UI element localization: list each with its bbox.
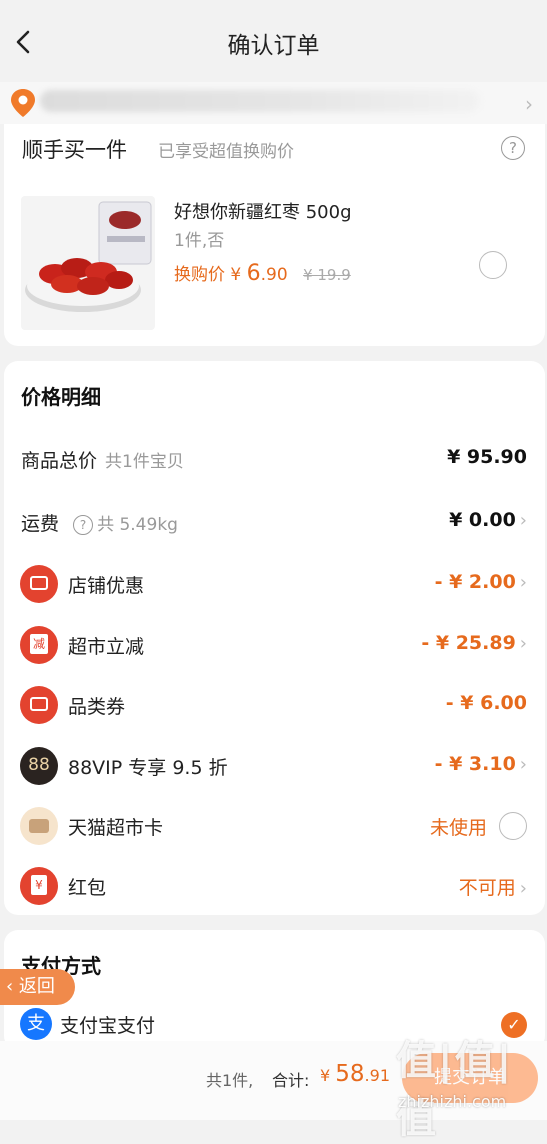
goods-total-label: 商品总价 共1件宝贝 [21, 446, 184, 473]
red-packet-value: 不可用 › [459, 873, 527, 900]
vip-label: 88VIP 专享 9.5 折 [68, 757, 228, 779]
vip-value-text: - ¥ 3.10 [434, 753, 516, 775]
market-discount-value: - ¥ 25.89 › [421, 632, 527, 654]
watermark-url: zhizhizhi.com [398, 1092, 507, 1111]
ticket-icon [20, 565, 58, 603]
price-detail-title: 价格明细 [21, 385, 101, 409]
tmall-card-value: 未使用 [429, 817, 487, 839]
price-dec: .90 [260, 265, 288, 285]
alipay-icon: 支 [20, 1008, 52, 1040]
goods-total-text: 商品总价 [21, 450, 98, 472]
tmall-card-label: 天猫超市卡 [68, 817, 164, 839]
shipping-value-text: ¥ 0.00 [449, 509, 516, 531]
address-text-blurred [40, 90, 480, 112]
red-packet-icon-text: ¥ [31, 875, 47, 895]
help-icon[interactable]: ? [501, 136, 525, 160]
original-price: ¥ 19.9 [303, 266, 351, 284]
total-amount-dec: .91 [364, 1066, 390, 1085]
shop-discount-value-text: - ¥ 2.00 [434, 571, 516, 593]
total-amount: ¥ 58.91 [320, 1061, 390, 1087]
item-count: 共1件, [206, 1071, 254, 1090]
shop-discount-label: 店铺优惠 [68, 575, 145, 597]
product-spec: 1件,否 [174, 231, 225, 251]
red-packet-value-text: 不可用 [458, 877, 516, 899]
red-packet-row[interactable]: ¥ 红包 不可用 › [4, 867, 545, 907]
market-discount-value-text: - ¥ 25.89 [421, 632, 516, 654]
addon-subtitle: 已享受超值换购价 [158, 142, 294, 162]
page-title: 确认订单 [227, 33, 320, 59]
total-label: 合计: [272, 1071, 310, 1090]
chevron-right-icon: › [519, 754, 527, 775]
product-name: 好想你新疆红枣 500g [174, 202, 352, 223]
vip88-icon-text: 88 [28, 755, 50, 775]
goods-total-sub: 共1件宝贝 [105, 452, 184, 472]
vip88-icon: 88 [20, 747, 58, 785]
vip-row[interactable]: 88 88VIP 专享 9.5 折 - ¥ 3.10 › [4, 747, 545, 787]
shipping-row[interactable]: 运费 ? 共 5.49kg ¥ 0.00 › [4, 503, 545, 543]
price-int: 6 [246, 261, 261, 286]
chevron-right-icon: › [519, 633, 527, 654]
red-packet-label: 红包 [68, 877, 107, 899]
category-coupon-label: 品类券 [68, 696, 126, 718]
market-discount-row[interactable]: 减 超市立减 - ¥ 25.89 › [4, 626, 545, 666]
alipay-label[interactable]: 支付宝支付 [60, 1011, 155, 1038]
nav-bar: 确认订单 [0, 0, 547, 82]
addon-card: 顺手买一件 已享受超值换购价 ? 好想你新疆红枣 500g 1件,否 换购价 ¥… [4, 124, 545, 346]
category-coupon-row[interactable]: 品类券 - ¥ 6.00 [4, 686, 545, 726]
addon-title: 顺手买一件 [22, 138, 127, 162]
vip-value: - ¥ 3.10 › [435, 753, 527, 775]
tmall-card-radio[interactable] [499, 812, 527, 840]
location-pin-icon [10, 88, 36, 122]
coupon-icon [20, 686, 58, 724]
red-packet-icon: ¥ [20, 867, 58, 905]
price-detail-card: 价格明细 商品总价 共1件宝贝 ¥ 95.90 运费 ? 共 5.49kg ¥ 0.… [4, 361, 545, 915]
total-currency: ¥ [320, 1066, 336, 1085]
floating-back-label: 返回 [18, 976, 55, 997]
discount-icon: 减 [20, 626, 58, 664]
chevron-right-icon: › [525, 92, 533, 116]
shop-discount-row[interactable]: 店铺优惠 - ¥ 2.00 › [4, 565, 545, 605]
price-prefix: 换购价 ¥ [174, 265, 247, 285]
shop-discount-value: - ¥ 2.00 › [435, 571, 527, 593]
market-discount-label: 超市立减 [68, 636, 145, 658]
shipping-text: 运费 [21, 513, 60, 535]
tmall-card-row[interactable]: 天猫超市卡 未使用 [4, 807, 545, 847]
gift-card-icon [20, 807, 58, 845]
chevron-right-icon: › [519, 878, 527, 899]
chevron-left-icon: ‹ [6, 976, 19, 997]
goods-total-row: 商品总价 共1件宝贝 ¥ 95.90 [4, 440, 545, 480]
chevron-right-icon: › [519, 572, 527, 593]
addon-select-radio[interactable] [479, 251, 507, 279]
question-icon[interactable]: ? [73, 515, 94, 535]
discount-icon-text: 减 [30, 634, 48, 654]
watermark-logo: 值|值|值 [396, 1038, 514, 1142]
category-coupon-value: - ¥ 6.00 [445, 692, 527, 714]
total-amount-int: 58 [335, 1061, 365, 1087]
shipping-label: 运费 ? 共 5.49kg [21, 509, 178, 536]
product-image[interactable] [21, 196, 155, 330]
floating-back-button[interactable]: ‹ 返回 [0, 969, 75, 1005]
chevron-right-icon: › [519, 510, 527, 531]
shipping-sub: 共 5.49kg [97, 515, 178, 535]
goods-total-value: ¥ 95.90 [447, 446, 527, 468]
product-price: 换购价 ¥ 6.90 ¥ 19.9 [174, 260, 351, 286]
shipping-value: ¥ 0.00 › [449, 509, 527, 531]
